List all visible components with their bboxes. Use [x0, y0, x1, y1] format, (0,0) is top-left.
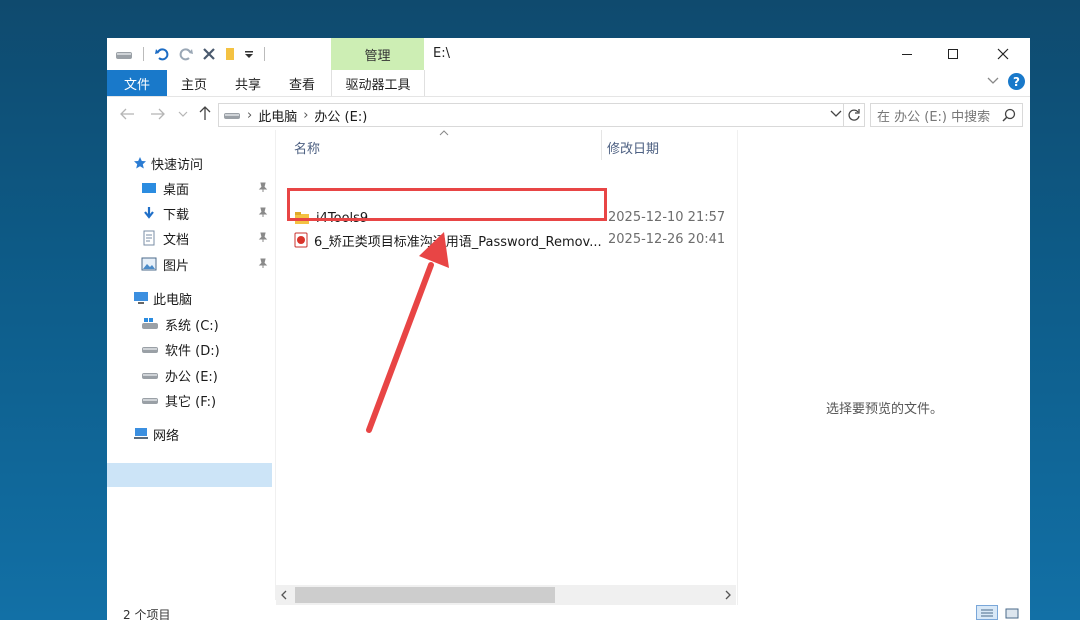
- annotation-arrow: [366, 232, 449, 433]
